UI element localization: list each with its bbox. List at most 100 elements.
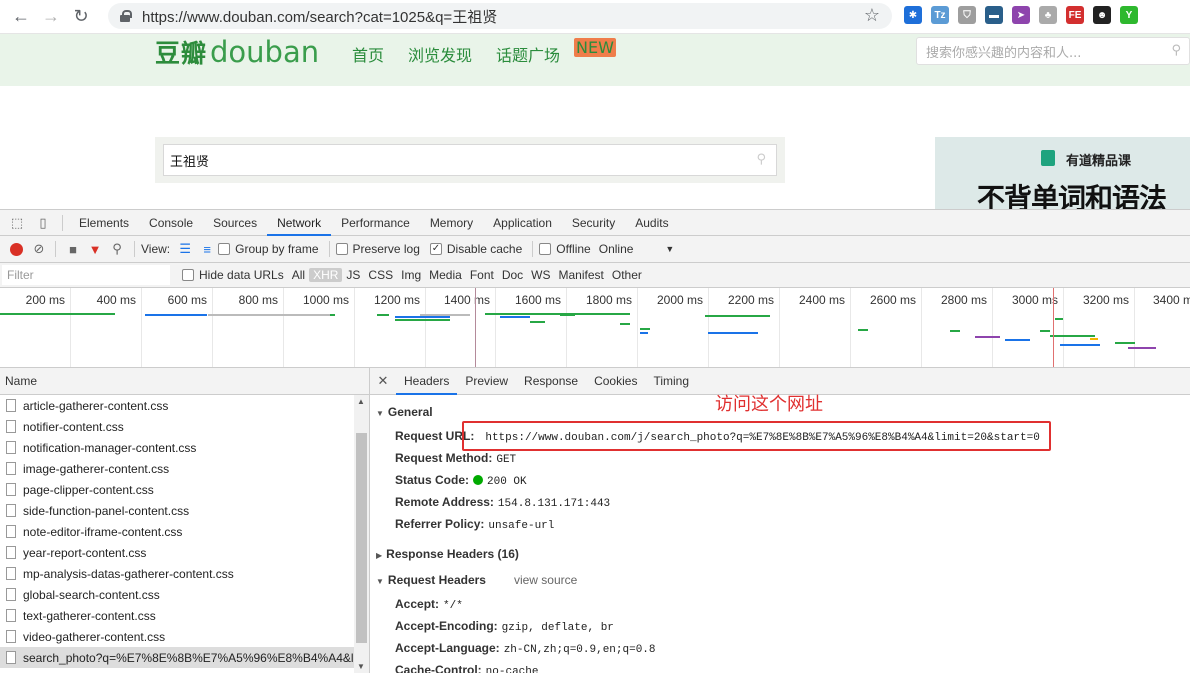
referrer-policy-value: unsafe-url: [488, 520, 555, 532]
face-ext-icon[interactable]: ☻: [1093, 6, 1111, 24]
request-row[interactable]: text-gatherer-content.css: [0, 605, 355, 626]
general-section-header[interactable]: ▼ General: [376, 405, 433, 419]
douban-logo[interactable]: 豆瓣 douban: [155, 34, 319, 70]
request-row[interactable]: note-editor-iframe-content.css: [0, 521, 355, 542]
tab-performance[interactable]: Performance: [331, 210, 420, 236]
tab-elements[interactable]: Elements: [69, 210, 139, 236]
filter-type-ws[interactable]: WS: [527, 268, 554, 282]
ad-text: 不背单词和语法: [977, 182, 1167, 209]
address-bar[interactable]: https://www.douban.com/search?cat=1025&q…: [108, 3, 892, 29]
reload-icon[interactable]: ↻: [66, 2, 96, 32]
detail-tab-timing[interactable]: Timing: [645, 368, 697, 395]
group-by-frame-checkbox[interactable]: [218, 243, 231, 255]
waterfall-icon[interactable]: ≡: [196, 236, 218, 262]
filter-type-font[interactable]: Font: [466, 268, 498, 282]
divider: [62, 214, 63, 231]
throttle-select[interactable]: Online: [599, 242, 634, 256]
view-source-link[interactable]: view source: [514, 573, 577, 587]
response-headers-section[interactable]: ▶ Response Headers (16): [376, 547, 519, 561]
nav-home[interactable]: 首页: [352, 42, 384, 66]
inspect-element-icon[interactable]: ⬚: [4, 210, 30, 236]
waterfall-bar: [640, 332, 648, 334]
y-ext-icon[interactable]: Y: [1120, 6, 1138, 24]
request-row[interactable]: search_photo?q=%E7%8E%8B%E7%A5%96%E8%B4%…: [0, 647, 355, 668]
tab-security[interactable]: Security: [562, 210, 625, 236]
filter-type-img[interactable]: Img: [397, 268, 425, 282]
detail-tab-cookies[interactable]: Cookies: [586, 368, 645, 395]
filter-type-doc[interactable]: Doc: [498, 268, 527, 282]
clear-icon[interactable]: ⊘: [29, 236, 49, 262]
hide-data-urls-checkbox[interactable]: [182, 269, 194, 281]
bookmark-star-icon[interactable]: ☆: [864, 5, 880, 26]
fe-icon[interactable]: FE: [1066, 6, 1084, 24]
search-icon[interactable]: ⚲: [756, 152, 766, 167]
request-row[interactable]: video-gatherer-content.css: [0, 626, 355, 647]
request-row[interactable]: image-gatherer-content.css: [0, 458, 355, 479]
filter-icon[interactable]: ▼: [84, 236, 106, 262]
page-search-input[interactable]: 王祖贤 ⚲: [163, 144, 777, 176]
tab-audits[interactable]: Audits: [625, 210, 678, 236]
tab-console[interactable]: Console: [139, 210, 203, 236]
filter-input[interactable]: Filter: [2, 265, 170, 285]
request-row[interactable]: page-clipper-content.css: [0, 479, 355, 500]
filter-type-all[interactable]: All: [288, 268, 309, 282]
back-icon[interactable]: ←: [6, 2, 36, 32]
monitor-ext-icon[interactable]: ▬: [985, 6, 1003, 24]
request-row[interactable]: side-function-panel-content.css: [0, 500, 355, 521]
device-toolbar-icon[interactable]: ▯: [30, 210, 56, 236]
filter-type-media[interactable]: Media: [425, 268, 466, 282]
search-icon[interactable]: ⚲: [106, 236, 128, 262]
forward-icon[interactable]: →: [36, 2, 66, 32]
ad-banner[interactable]: 有道精品课 不背单词和语法: [935, 137, 1190, 209]
tab-network[interactable]: Network: [267, 210, 332, 236]
scroll-thumb[interactable]: [356, 433, 367, 643]
chrome-ext-icon[interactable]: ✱: [904, 6, 922, 24]
bookmark-ext-icon[interactable]: ♣: [1039, 6, 1057, 24]
waterfall-bar: [640, 328, 650, 330]
request-row[interactable]: notification-manager-content.css: [0, 437, 355, 458]
network-timeline[interactable]: 200 ms 400 ms 600 ms 800 ms 1000 ms 1200 ms 14…: [0, 288, 1190, 368]
douban-search-input[interactable]: 搜索你感兴趣的内容和人... ⚲: [916, 37, 1190, 65]
request-row[interactable]: mp-analysis-datas-gatherer-content.css: [0, 563, 355, 584]
search-icon[interactable]: ⚲: [1171, 43, 1181, 58]
load-event-line: [1053, 288, 1054, 367]
tab-application[interactable]: Application: [483, 210, 562, 236]
nav-topics[interactable]: 话题广场 NEW: [496, 38, 616, 66]
detail-tab-response[interactable]: Response: [516, 368, 586, 395]
tab-sources[interactable]: Sources: [203, 210, 267, 236]
filter-type-css[interactable]: CSS: [364, 268, 397, 282]
request-headers-section[interactable]: ▼ Request Headers view source: [376, 573, 577, 587]
filter-type-js[interactable]: JS: [342, 268, 364, 282]
screenshot-icon[interactable]: ■: [62, 236, 84, 262]
shield-ext-icon[interactable]: ⛉: [958, 6, 976, 24]
record-icon[interactable]: [10, 242, 23, 256]
preserve-log-checkbox[interactable]: [335, 243, 348, 255]
scroll-up-icon[interactable]: ▲: [357, 397, 365, 406]
large-rows-icon[interactable]: ☰: [174, 236, 196, 262]
close-icon[interactable]: ✕: [370, 373, 396, 389]
filter-type-other[interactable]: Other: [608, 268, 646, 282]
timeline-gridline: [70, 288, 71, 367]
tz-icon[interactable]: Tz: [931, 6, 949, 24]
request-row[interactable]: notifier-content.css: [0, 416, 355, 437]
url-text[interactable]: https://www.douban.com/search?cat=1025&q…: [142, 6, 497, 27]
detail-tab-preview[interactable]: Preview: [457, 368, 516, 395]
name-column-header[interactable]: Name: [0, 368, 369, 395]
request-row[interactable]: article-gatherer-content.css: [0, 395, 355, 416]
lock-icon: [120, 10, 132, 22]
filter-type-xhr[interactable]: XHR: [309, 268, 343, 282]
file-icon: [6, 630, 16, 643]
scroll-down-icon[interactable]: ▼: [357, 662, 365, 671]
devtools-tabbar: ⬚ ▯ Elements Console Sources Network Perform…: [0, 209, 1190, 236]
chevron-down-icon[interactable]: ▼: [665, 244, 674, 254]
disable-cache-checkbox[interactable]: ✓: [429, 243, 442, 255]
scrollbar[interactable]: ▲ ▼: [354, 395, 369, 673]
tab-memory[interactable]: Memory: [420, 210, 483, 236]
cursor-ext-icon[interactable]: ➤: [1012, 6, 1030, 24]
request-row[interactable]: global-search-content.css: [0, 584, 355, 605]
filter-type-manifest[interactable]: Manifest: [555, 268, 608, 282]
request-row[interactable]: year-report-content.css: [0, 542, 355, 563]
detail-tab-headers[interactable]: Headers: [396, 368, 458, 395]
nav-explore[interactable]: 浏览发现: [408, 42, 472, 66]
offline-checkbox[interactable]: [539, 243, 552, 255]
